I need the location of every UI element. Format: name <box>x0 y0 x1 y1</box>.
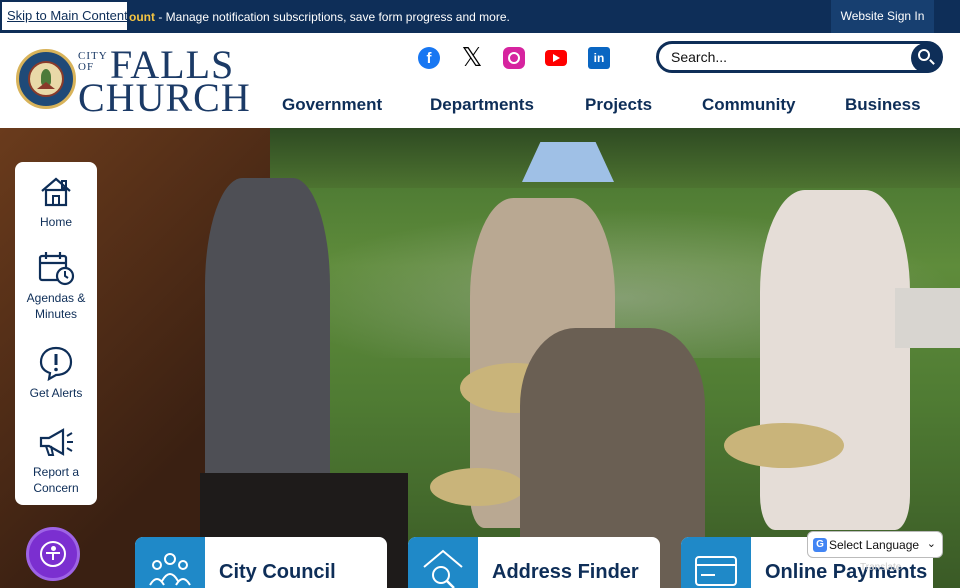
feature-card-address-finder[interactable]: Address Finder <box>408 537 660 588</box>
quick-link-home[interactable]: Home <box>15 174 97 230</box>
accessibility-button[interactable] <box>26 527 80 581</box>
instagram-icon[interactable] <box>503 47 525 69</box>
wordmark-church: CHURCH <box>78 75 251 120</box>
quick-link-agendas-label: Agendas & Minutes <box>26 291 86 321</box>
wordmark-city-of: CITY OF <box>78 50 108 73</box>
website-sign-in-button[interactable]: Website Sign In <box>831 0 934 33</box>
city-seal-logo[interactable] <box>16 49 76 109</box>
quick-link-report-concern[interactable]: Report a Concern <box>15 424 97 496</box>
accessibility-icon <box>40 541 66 567</box>
language-select[interactable]: G Select Language ⌄ <box>807 531 943 558</box>
nav-projects[interactable]: Projects <box>585 95 652 115</box>
quick-links-panel: Home Agendas & Minutes Get Alerts Report… <box>15 162 97 505</box>
nav-business[interactable]: Business <box>845 95 921 115</box>
home-icon <box>41 177 71 207</box>
notification-bar: Skip to Main Content ount - Manage notif… <box>0 0 960 33</box>
feature-card-city-council-label: City Council <box>219 561 336 583</box>
search-box <box>656 41 943 73</box>
search-icon <box>918 49 930 61</box>
x-icon[interactable]: 𝕏 <box>460 44 484 70</box>
nav-departments[interactable]: Departments <box>430 95 534 115</box>
quick-link-alerts[interactable]: Get Alerts <box>15 345 97 401</box>
seal-emblem <box>28 61 64 97</box>
notification-text: - Manage notification subscriptions, sav… <box>155 10 510 24</box>
hero-guitarist-right <box>760 190 910 530</box>
search-input[interactable] <box>671 46 901 68</box>
hero-cymbal <box>724 423 844 468</box>
nav-government[interactable]: Government <box>282 95 382 115</box>
chevron-down-icon: ⌄ <box>926 538 936 550</box>
alert-bubble-icon <box>39 346 73 381</box>
feature-card-city-council[interactable]: City Council <box>135 537 387 588</box>
site-header: CITYOF FALLS CHURCH f 𝕏 in Government De… <box>0 33 960 128</box>
quick-link-agendas[interactable]: Agendas & Minutes <box>15 250 97 322</box>
nav-community[interactable]: Community <box>702 95 796 115</box>
credit-card-icon <box>681 537 751 588</box>
calendar-clock-icon <box>38 252 75 286</box>
translate-powered-by: Translate <box>860 562 902 573</box>
quick-link-home-label: Home <box>39 215 72 229</box>
house-search-icon <box>408 537 478 588</box>
hero-cymbal <box>430 468 525 506</box>
feature-card-address-finder-label: Address Finder <box>492 561 639 583</box>
google-translate-icon: G <box>813 538 827 552</box>
quick-link-report-concern-label: Report a Concern <box>32 465 80 495</box>
megaphone-icon <box>39 428 73 456</box>
language-select-label: Select Language <box>829 538 920 552</box>
seal-church-icon <box>37 82 55 89</box>
quick-link-alerts-label: Get Alerts <box>29 386 83 400</box>
hero-keyboard <box>895 288 960 348</box>
notification-highlight: ount <box>129 10 155 24</box>
people-group-icon <box>135 537 205 588</box>
skip-to-main-link[interactable]: Skip to Main Content <box>0 0 129 32</box>
linkedin-icon[interactable]: in <box>588 47 610 69</box>
youtube-icon[interactable] <box>545 50 567 66</box>
facebook-icon[interactable]: f <box>418 47 440 69</box>
feature-card-online-payments-label: Online Payments <box>765 561 928 583</box>
hero-concert-image <box>0 128 960 588</box>
search-button[interactable] <box>911 43 941 73</box>
notification-message: ount - Manage notification subscriptions… <box>129 10 510 24</box>
